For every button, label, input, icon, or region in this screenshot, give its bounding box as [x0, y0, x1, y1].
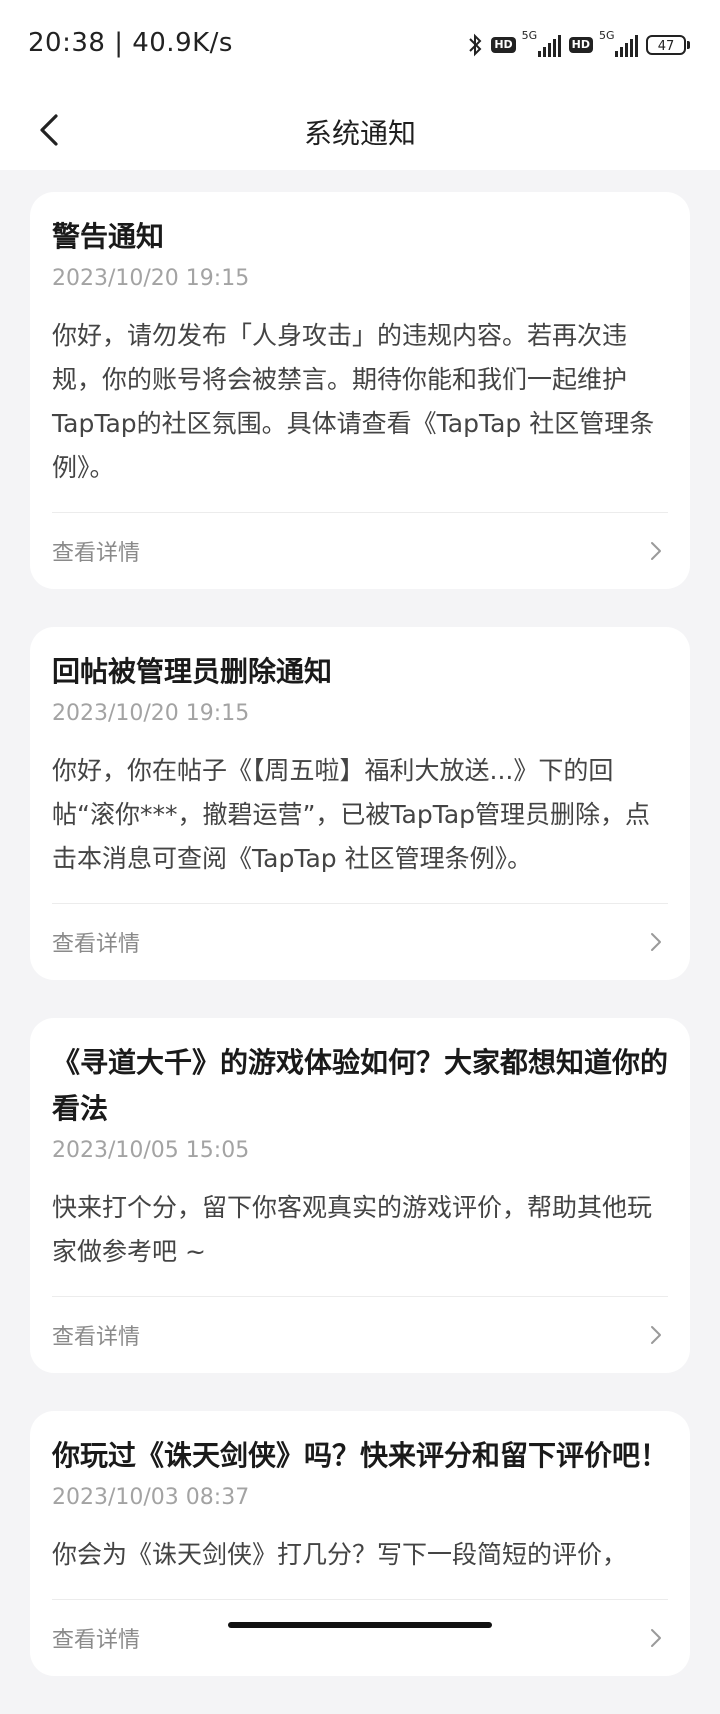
notification-card[interactable]: 警告通知 2023/10/20 19:15 你好，请勿发布「人身攻击」的违规内容… — [30, 192, 690, 589]
notification-body: 你好，请勿发布「人身攻击」的违规内容。若再次违规，你的账号将会被禁言。期待你能和… — [52, 321, 655, 482]
notification-title: 警告通知 — [52, 220, 165, 253]
hd-badge: HD — [491, 37, 516, 53]
chevron-right-icon — [644, 1626, 668, 1650]
notification-title: 回帖被管理员删除通知 — [52, 655, 333, 688]
notification-list: 警告通知 2023/10/20 19:15 你好，请勿发布「人身攻击」的违规内容… — [30, 192, 690, 1714]
view-details-label: 查看详情 — [52, 541, 141, 566]
page-title: 系统通知 — [303, 117, 416, 150]
bluetooth-icon — [467, 33, 483, 57]
battery-level: 47 — [646, 35, 686, 55]
notification-date: 2023/10/05 15:05 — [52, 1138, 250, 1163]
view-details-row[interactable]: 查看详情 — [52, 1297, 668, 1373]
view-details-row[interactable]: 查看详情 — [52, 1600, 668, 1676]
notification-title: 《寻道大千》的游戏体验如何？大家都想知道你的看法 — [52, 1046, 669, 1125]
notification-date: 2023/10/20 19:15 — [52, 266, 250, 291]
battery-icon: 47 — [646, 35, 690, 55]
notification-body: 你会为《诛天剑侠》打几分？写下一段简短的评价， — [52, 1540, 628, 1569]
chevron-right-icon — [644, 930, 668, 954]
notification-title: 你玩过《诛天剑侠》吗？快来评分和留下评价吧！ — [52, 1439, 669, 1472]
signal-icon: 5G — [522, 29, 561, 57]
view-details-label: 查看详情 — [52, 932, 141, 957]
network-type-label-2: 5G — [599, 29, 615, 42]
signal-icon-2: 5G — [599, 29, 638, 57]
notification-date: 2023/10/03 08:37 — [52, 1485, 250, 1510]
chevron-right-icon — [644, 539, 668, 563]
view-details-label: 查看详情 — [52, 1325, 141, 1350]
hd-badge-2: HD — [568, 37, 593, 53]
chevron-right-icon — [644, 1323, 668, 1347]
view-details-label: 查看详情 — [52, 1628, 141, 1653]
notification-card[interactable]: 你玩过《诛天剑侠》吗？快来评分和留下评价吧！ 2023/10/03 08:37 … — [30, 1411, 690, 1676]
status-bar: 20:38 | 40.9K/s HD 5G HD 5G 47 — [0, 0, 720, 90]
notification-card[interactable]: 《寻道大千》的游戏体验如何？大家都想知道你的看法 2023/10/05 15:0… — [30, 1018, 690, 1373]
status-time: 20:38 | 40.9K/s — [28, 28, 233, 58]
network-type-label: 5G — [521, 29, 538, 42]
notification-body: 快来打个分，留下你客观真实的游戏评价，帮助其他玩家做参考吧 ~ — [52, 1193, 653, 1266]
notification-body: 你好，你在帖子《【周五啦】福利大放送...》下的回帖“滚你***，撤碧运营”，已… — [52, 756, 651, 873]
view-details-row[interactable]: 查看详情 — [52, 904, 668, 980]
status-icons: HD 5G HD 5G 47 — [467, 29, 690, 60]
nav-bar: 系统通知 — [0, 90, 720, 170]
view-details-row[interactable]: 查看详情 — [52, 513, 668, 589]
notification-date: 2023/10/20 19:15 — [52, 701, 250, 726]
home-indicator[interactable] — [228, 1622, 492, 1628]
notification-card[interactable]: 回帖被管理员删除通知 2023/10/20 19:15 你好，你在帖子《【周五啦… — [30, 627, 690, 980]
